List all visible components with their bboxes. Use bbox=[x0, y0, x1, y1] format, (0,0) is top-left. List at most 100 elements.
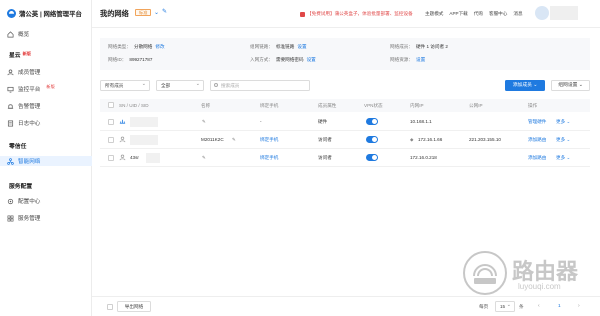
cell-attr: 访问者 bbox=[318, 137, 332, 142]
edit-name-icon[interactable]: ✎ bbox=[232, 137, 236, 143]
edit-name-icon[interactable]: ✎ bbox=[202, 155, 206, 161]
table-row[interactable]: 43sr ✎ 绑定手机 访问者 172.16.0.218 添加路由 更多 ⌄ bbox=[100, 149, 590, 167]
info-label: 入网方式： bbox=[250, 57, 273, 62]
set-join-method-link[interactable]: 设置 bbox=[307, 57, 316, 62]
router-logo-icon bbox=[463, 251, 507, 295]
add-member-button[interactable]: 添加成员 ⌄ bbox=[505, 80, 545, 91]
sidebar-item-overview[interactable]: 概览 bbox=[7, 29, 29, 39]
set-network-link-link[interactable]: 设置 bbox=[297, 44, 306, 49]
more-label: 更多 bbox=[556, 155, 566, 160]
network-settings-label: 组网设置 bbox=[558, 83, 578, 88]
sidebar-item-config-center[interactable]: 配置中心 bbox=[7, 196, 40, 206]
more-actions-link[interactable]: 更多 ⌄ bbox=[556, 137, 570, 143]
new-tag: 新版 bbox=[46, 84, 55, 89]
link-app-download[interactable]: APP下载 bbox=[449, 11, 467, 17]
table-row[interactable]: ✎ - 硬件 10.168.1.1 管理硬件 更多 ⌄ bbox=[100, 113, 590, 131]
col-attr: 成员属性 bbox=[318, 103, 337, 108]
sidebar-group-zero-trust: 零信任 bbox=[9, 141, 26, 150]
search-placeholder: 搜索成员 bbox=[221, 83, 240, 88]
vpn-toggle[interactable] bbox=[366, 118, 378, 125]
network-settings-button[interactable]: 组网设置 ⌄ bbox=[551, 80, 590, 91]
sidebar-item-alarms[interactable]: 告警管理 bbox=[7, 101, 40, 111]
more-actions-link[interactable]: 更多 ⌄ bbox=[556, 155, 570, 161]
info-network-type: 网络类型： 分散网络 修改 bbox=[108, 44, 165, 50]
col-vpn: VPN状态 bbox=[364, 103, 383, 108]
info-value: 标准链路 bbox=[275, 44, 295, 49]
row-checkbox[interactable] bbox=[108, 155, 114, 161]
vpn-toggle[interactable] bbox=[366, 136, 378, 143]
info-value: 硬件 1 访问者 2 bbox=[415, 44, 448, 49]
prev-page-icon[interactable]: ‹ bbox=[538, 303, 540, 309]
sidebar-item-logs[interactable]: 日志中心 bbox=[7, 118, 40, 128]
edit-name-icon[interactable]: ✎ bbox=[202, 119, 206, 125]
promo-link[interactable]: 【免费试用】蒲公英盒子，体验批量部署、监控设备 bbox=[300, 11, 413, 17]
table-row[interactable]: M2011K2C ✎ 绑定手机 访问者 ◆ 172.16.1.66 221.20… bbox=[100, 131, 590, 149]
sidebar-item-label: 告警管理 bbox=[18, 104, 41, 110]
cell-phone: - bbox=[260, 119, 262, 124]
sidebar-item-monitor[interactable]: 监控平台 新版 bbox=[7, 84, 55, 94]
link-theme-mode[interactable]: 主题模式 bbox=[425, 11, 443, 17]
chevron-down-icon[interactable]: ⌄ bbox=[154, 9, 159, 16]
link-purchase[interactable]: 代购 bbox=[474, 11, 483, 17]
sidebar-item-members[interactable]: 成员管理 bbox=[7, 67, 40, 77]
current-page[interactable]: 1 bbox=[558, 304, 561, 309]
promo-text: 【免费试用】蒲公英盒子，体验批量部署、监控设备 bbox=[307, 11, 413, 16]
set-resources-link[interactable]: 设置 bbox=[416, 57, 425, 62]
add-route-link[interactable]: 添加路由 bbox=[528, 155, 546, 161]
add-member-label: 添加成员 bbox=[512, 83, 532, 88]
select-all-checkbox[interactable] bbox=[108, 102, 114, 108]
sidebar: 蒲公英 | 网络管理平台 概览 星云 新版 成员管理 监控平台 新版 告警管理 日志… bbox=[0, 0, 92, 316]
sidebar-item-label: 概览 bbox=[18, 32, 30, 38]
status-select[interactable]: 全部 bbox=[156, 80, 204, 91]
col-lan-ip: 内网IP bbox=[410, 103, 424, 108]
add-route-link[interactable]: 添加路由 bbox=[528, 137, 546, 143]
network-info-card: 网络类型： 分散网络 修改 网络ID： 899271787 组网链路： 标准链路 设置 入… bbox=[100, 38, 590, 70]
info-label: 网络类型： bbox=[108, 44, 131, 49]
sidebar-item-smart-network[interactable]: 智能网络 bbox=[0, 156, 92, 166]
cell-lan-ip: 10.168.1.1 bbox=[410, 119, 432, 124]
page-unit-label: 条 bbox=[519, 304, 524, 309]
modify-network-type-link[interactable]: 修改 bbox=[155, 44, 164, 49]
link-support-center[interactable]: 客服中心 bbox=[489, 11, 507, 17]
select-all-checkbox-footer[interactable] bbox=[107, 304, 113, 310]
grid-icon bbox=[7, 215, 14, 221]
table-header: SN / UID / SID 名称 绑定手机 成员属性 VPN状态 内网IP 公… bbox=[100, 99, 590, 112]
sn-redacted bbox=[130, 117, 158, 127]
sidebar-item-label: 监控平台 bbox=[18, 87, 41, 93]
gift-icon bbox=[300, 11, 305, 17]
version-badge[interactable]: 标准 bbox=[135, 9, 152, 16]
sidebar-item-service-mgmt[interactable]: 服务管理 bbox=[7, 213, 40, 223]
info-network-link: 组网链路： 标准链路 设置 bbox=[250, 44, 307, 50]
more-label: 更多 bbox=[556, 137, 566, 142]
search-icon bbox=[214, 83, 218, 87]
sidebar-item-label: 服务管理 bbox=[18, 216, 41, 222]
avatar[interactable] bbox=[535, 6, 549, 20]
next-page-icon[interactable]: › bbox=[578, 303, 580, 309]
manage-hardware-link[interactable]: 管理硬件 bbox=[528, 119, 546, 125]
table-toolbar: 所有成员 全部 搜索成员 添加成员 ⌄ 组网设置 ⌄ bbox=[100, 80, 590, 92]
info-network-id: 网络ID： 899271787 bbox=[108, 57, 152, 63]
info-label: 网络成员： bbox=[390, 44, 413, 49]
gear-icon bbox=[7, 198, 14, 204]
page-size-select[interactable]: 15 bbox=[495, 301, 515, 312]
link-messages[interactable]: 消息 bbox=[513, 11, 522, 17]
cell-wan-ip: 221.203.155.10 bbox=[469, 137, 501, 142]
bind-phone-link[interactable]: 绑定手机 bbox=[260, 137, 278, 143]
app-logo[interactable]: 蒲公英 | 网络管理平台 bbox=[7, 9, 82, 18]
info-join-method: 入网方式： 需要网络密码 设置 bbox=[250, 57, 316, 63]
sidebar-item-label: 智能网络 bbox=[18, 159, 41, 165]
col-wan-ip: 公网IP bbox=[469, 103, 483, 108]
bind-phone-link[interactable]: 绑定手机 bbox=[260, 155, 278, 161]
search-input[interactable]: 搜索成员 bbox=[210, 80, 310, 91]
export-network-button[interactable]: 导出网络 bbox=[117, 301, 151, 312]
more-actions-link[interactable]: 更多 ⌄ bbox=[556, 119, 570, 125]
user-icon bbox=[119, 154, 126, 161]
cell-sn: 43sr bbox=[130, 155, 139, 160]
member-type-select[interactable]: 所有成员 bbox=[100, 80, 150, 91]
watermark: 路由器 luyouqi.com bbox=[462, 250, 588, 298]
row-checkbox[interactable] bbox=[108, 119, 114, 125]
info-value: 899271787 bbox=[129, 57, 153, 62]
row-checkbox[interactable] bbox=[108, 137, 114, 143]
vpn-toggle[interactable] bbox=[366, 154, 378, 161]
edit-icon[interactable]: ✎ bbox=[162, 8, 167, 15]
